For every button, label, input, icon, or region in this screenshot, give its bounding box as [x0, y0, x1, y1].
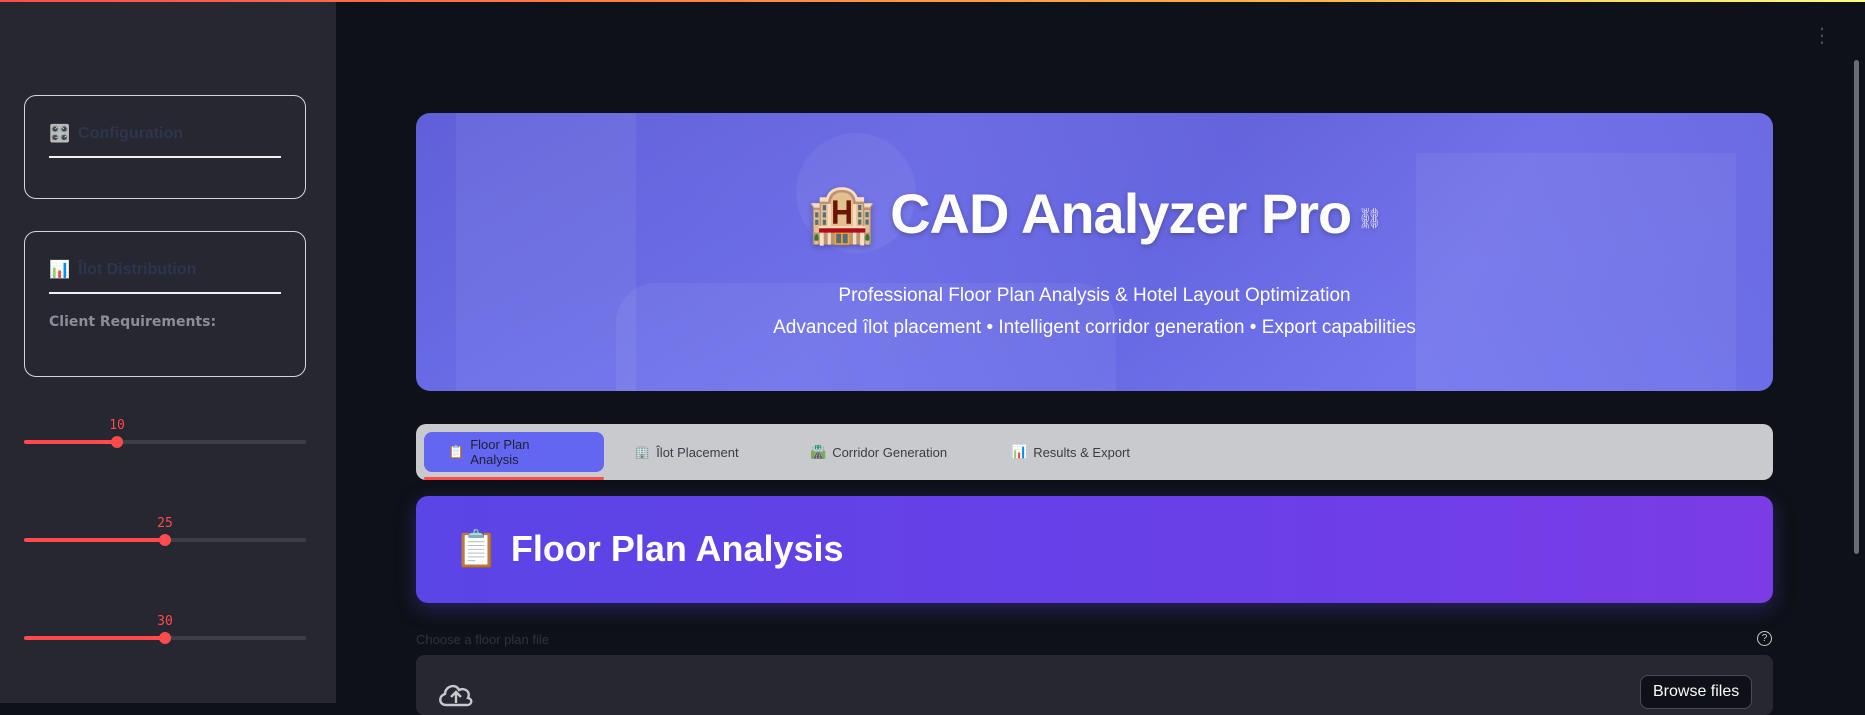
slider-value: 25 [157, 516, 173, 531]
slider-value: 30 [157, 614, 173, 629]
app-title: 🏨 CAD Analyzer Pro ⛓ [416, 181, 1773, 247]
browse-files-button[interactable]: Browse files [1640, 675, 1753, 709]
configuration-title: Configuration [78, 125, 184, 142]
anchor-link-icon[interactable]: ⛓ [1357, 208, 1382, 230]
slider-3[interactable]: 30 [24, 614, 306, 654]
slider-2[interactable]: 25 [24, 516, 306, 556]
hotel-icon: 🏨 [807, 182, 877, 245]
clipboard-icon: 📋 [454, 528, 499, 569]
tab-label: Corridor Generation [832, 444, 948, 460]
distribution-card: 📊 Îlot Distribution Client Requirements: [24, 231, 306, 377]
tab-bar: 📋 Floor Plan Analysis 🏢 Îlot Placement 🛣… [416, 424, 1773, 480]
cloud-upload-icon [439, 684, 473, 707]
tab-label: Results & Export [1033, 444, 1131, 460]
slider-fill [24, 636, 165, 640]
section-header: 📋 Floor Plan Analysis [416, 496, 1773, 603]
hero-subtitle: Professional Floor Plan Analysis & Hotel… [838, 285, 1351, 306]
bar-chart-icon: 📊 [1011, 444, 1028, 459]
slider-thumb[interactable] [111, 436, 124, 448]
scrollbar-thumb[interactable] [1854, 60, 1859, 554]
sidebar: 🎛️ Configuration 📊 Îlot Distribution Cli… [0, 0, 336, 703]
slider-fill [24, 440, 118, 444]
clipboard-icon: 📋 [448, 444, 465, 459]
tab-results-export[interactable]: 📊 Results & Export [987, 432, 1154, 472]
slider-fill [24, 538, 165, 542]
distribution-title: Îlot Distribution [78, 261, 197, 278]
building-icon: 🏢 [634, 444, 651, 459]
tab-label: Floor Plan Analysis [470, 437, 530, 467]
help-icon[interactable]: ? [1757, 631, 1772, 646]
app-title-text: CAD Analyzer Pro [890, 182, 1352, 245]
tab-corridor-generation[interactable]: 🛣️ Corridor Generation [786, 432, 971, 472]
active-tab-indicator [424, 477, 604, 480]
bar-chart-icon: 📊 [49, 260, 71, 279]
tab-label: Îlot Placement [656, 444, 739, 460]
file-dropzone[interactable]: Browse files [416, 655, 1773, 715]
road-icon: 🛣️ [810, 444, 827, 459]
tab-floor-plan-analysis[interactable]: 📋 Floor Plan Analysis [424, 432, 604, 472]
slider-thumb[interactable] [159, 632, 171, 644]
hero-features: Advanced îlot placement • Intelligent co… [773, 317, 1416, 338]
slider-1[interactable]: 10 [24, 418, 306, 458]
hero-banner: 🏨 CAD Analyzer Pro ⛓ Professional Floor Pl… [416, 113, 1773, 391]
configuration-card: 🎛️ Configuration [24, 95, 306, 199]
top-decoration-bar [0, 0, 1865, 2]
distribution-header: 📊 Îlot Distribution [49, 260, 196, 280]
section-title: 📋 Floor Plan Analysis [454, 528, 844, 570]
background-image-shape [456, 113, 636, 391]
client-requirements-label: Client Requirements: [49, 314, 217, 330]
divider [49, 156, 281, 158]
slider-thumb[interactable] [159, 534, 171, 546]
controls-icon: 🎛️ [49, 124, 71, 143]
section-title-text: Floor Plan Analysis [510, 528, 844, 569]
tab-ilot-placement[interactable]: 🏢 Îlot Placement [610, 432, 763, 472]
uploader-label: Choose a floor plan file [416, 632, 549, 647]
configuration-header: 🎛️ Configuration [49, 124, 183, 144]
divider [49, 292, 281, 294]
slider-value: 10 [109, 418, 125, 433]
main-menu-icon[interactable]: ⋮ [1812, 26, 1832, 46]
